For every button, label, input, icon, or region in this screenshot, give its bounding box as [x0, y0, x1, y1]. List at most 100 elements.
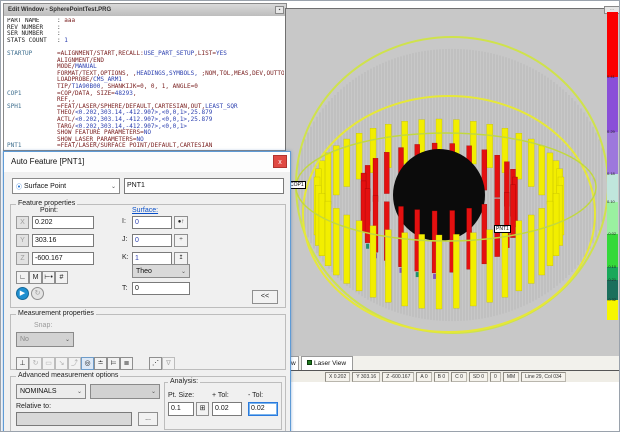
status-cell: Z -600.167	[382, 372, 414, 382]
regenerate-button[interactable]: ↻	[31, 287, 44, 300]
colorbar-segment	[607, 202, 618, 234]
offset-icon[interactable]: ⊨	[107, 357, 120, 370]
status-cell: B 0	[434, 372, 450, 382]
k-label: K:	[122, 254, 129, 261]
nominals-combo[interactable]: NOMINALS ⌄	[16, 384, 86, 399]
plus-tol-field[interactable]: 0.02	[212, 402, 242, 416]
dialog-title[interactable]: Auto Feature [PNT1]	[4, 152, 290, 172]
colorbar-tick-label: 0.41	[607, 75, 618, 79]
hits-icon[interactable]: ≣	[120, 357, 133, 370]
y-coordinate-field[interactable]: 303.16	[32, 234, 94, 247]
filter-icon[interactable]: ∇	[162, 357, 175, 370]
edit-window: Edit Window - SpherePointTest.PRG ▪ PART…	[3, 3, 287, 151]
status-cell: C 0	[451, 372, 467, 382]
t-label: T:	[122, 285, 127, 292]
surface-label[interactable]: Surface:	[132, 207, 158, 214]
find-vector-icon[interactable]: ●↑	[174, 216, 188, 229]
collapse-button[interactable]: <<	[252, 290, 278, 304]
status-cell: Line 29, Col 034	[521, 372, 565, 382]
status-cell: Y 303.16	[352, 372, 380, 382]
chevron-down-icon: ⌄	[111, 183, 116, 190]
code-line: FORMAT/TEXT,OPTIONS, ,HEADINGS,SYMBOLS, …	[7, 71, 284, 78]
code-line: SHOW FEATURE PARAMETERS=NO	[7, 130, 284, 137]
j-vector-field[interactable]: 0	[132, 234, 172, 247]
analysis-label: Analysis:	[168, 378, 200, 386]
statusbar: X 0.202Y 303.16Z -600.167A 0B 0C 0SD 00M…	[285, 370, 620, 382]
code-line: TIP/T1A90B00, SHANKIJK=0, 0, 1, ANGLE=0	[7, 84, 284, 91]
browse-button[interactable]: ...	[138, 412, 158, 426]
scan-scene	[286, 9, 620, 357]
i-vector-field[interactable]: 0	[132, 216, 172, 229]
code-line: PNT1=FEAT/LASER/SURFACE POINT/DEFAULT,CA…	[7, 143, 284, 150]
y-axis-button[interactable]: Y	[16, 234, 29, 247]
colorbar-segment	[607, 12, 618, 77]
feature-tag-pnt1[interactable]: PNT1	[494, 225, 511, 233]
point-sequence-icon[interactable]: ⋰	[149, 357, 162, 370]
feature-type-label: Surface Point	[24, 183, 66, 190]
target-icon[interactable]: ◎	[81, 357, 94, 370]
flip-vector-icon[interactable]: ÷	[174, 234, 188, 247]
code-line: STATS COUNT: 1	[7, 38, 284, 45]
colorbar-tick-label: -0.32	[607, 298, 618, 302]
status-cell: SD 0	[469, 372, 488, 382]
code-line: STARTUP=ALIGNMENT/START,RECALL:USE_PART_…	[7, 51, 284, 58]
curve-icon[interactable]: ↘	[55, 357, 68, 370]
rotate-icon[interactable]: ↻	[29, 357, 42, 370]
path-icon[interactable]: ⤴	[68, 357, 81, 370]
nominals-combo-value: NOMINALS	[20, 388, 57, 395]
pt-size-field[interactable]: 0.1	[168, 402, 194, 416]
status-cell: MM	[503, 372, 519, 382]
chevron-down-icon: ⌄	[65, 336, 70, 343]
snap-combo-value: No	[20, 336, 29, 343]
code-editor[interactable]: PART NAME: aaaREV NUMBER:SER NUMBER:STAT…	[7, 18, 284, 150]
dimension-info-icon[interactable]: ⊞	[196, 402, 209, 416]
code-line: COP1=COP/DATA, SIZE=48293,	[7, 91, 284, 98]
status-cell: A 0	[416, 372, 431, 382]
auto-feature-dialog: Auto Feature [PNT1] x ⦿ Surface Point ⌄ …	[3, 151, 291, 432]
probe-depth-icon[interactable]: ⊥	[16, 357, 29, 370]
laser-view-canvas[interactable]: ⋯ 0.410.290.180.10-0.02-0.10-0.21-0.32 C…	[285, 8, 620, 356]
t-field[interactable]: 0	[132, 282, 190, 295]
minus-tol-field[interactable]: 0.02	[248, 402, 278, 416]
colorbar-segment	[607, 77, 618, 132]
tab-laser-view[interactable]: Laser View	[301, 356, 353, 370]
colorbar-tick-label: -0.21	[607, 278, 618, 282]
z-coordinate-field[interactable]: -600.167	[32, 252, 94, 265]
colorbar-tick-label: -0.10	[607, 265, 618, 269]
test-play-button[interactable]: ▶	[16, 287, 29, 300]
grid-icon[interactable]: #	[55, 271, 68, 284]
feature-name-field[interactable]: PNT1	[124, 178, 284, 194]
theo-combo[interactable]: Theo ⌄	[132, 264, 190, 278]
feature-type-combo[interactable]: ⦿ Surface Point ⌄	[12, 178, 120, 194]
snap-label: Snap:	[34, 322, 52, 329]
advanced-options-label: Advanced measurement options	[16, 372, 120, 380]
execute-buttons: ▶↻	[16, 282, 46, 300]
chevron-down-icon: ⌄	[151, 388, 156, 395]
theo-combo-value: Theo	[136, 268, 152, 275]
pt-size-label: Pt. Size:	[168, 392, 194, 399]
z-axis-button[interactable]: Z	[16, 252, 29, 265]
x-coordinate-field[interactable]: 0.202	[32, 216, 94, 229]
chevron-down-icon: ⌄	[181, 268, 186, 275]
pcdmis-app: Edit Window - SpherePointTest.PRG ▪ PART…	[0, 0, 620, 432]
close-icon[interactable]: x	[273, 155, 287, 168]
minus-tol-label: - Tol:	[248, 392, 263, 399]
status-cell: X 0.202	[325, 372, 350, 382]
relative-to-field	[16, 412, 132, 426]
colorbar-segment	[607, 174, 618, 202]
level-icon[interactable]: ≐	[94, 357, 107, 370]
bounding-box-icon[interactable]: ▭	[42, 357, 55, 370]
view-tabs: wLaser View	[285, 356, 620, 370]
code-line: PART NAME: aaa	[7, 18, 284, 25]
code-line: REV NUMBER:	[7, 25, 284, 32]
relative-to-label: Relative to:	[16, 403, 51, 410]
laser-view-icon	[307, 360, 312, 365]
x-axis-button[interactable]: X	[16, 216, 29, 229]
point-label: Point:	[40, 207, 58, 214]
i-label: I:	[122, 218, 126, 225]
edit-window-menu-icon[interactable]: ▪	[275, 6, 284, 14]
status-cell: 0	[490, 372, 501, 382]
edit-window-titlebar[interactable]: Edit Window - SpherePointTest.PRG	[4, 4, 286, 16]
chevron-down-icon: ⌄	[77, 388, 82, 395]
snap-combo: No ⌄	[16, 332, 74, 347]
